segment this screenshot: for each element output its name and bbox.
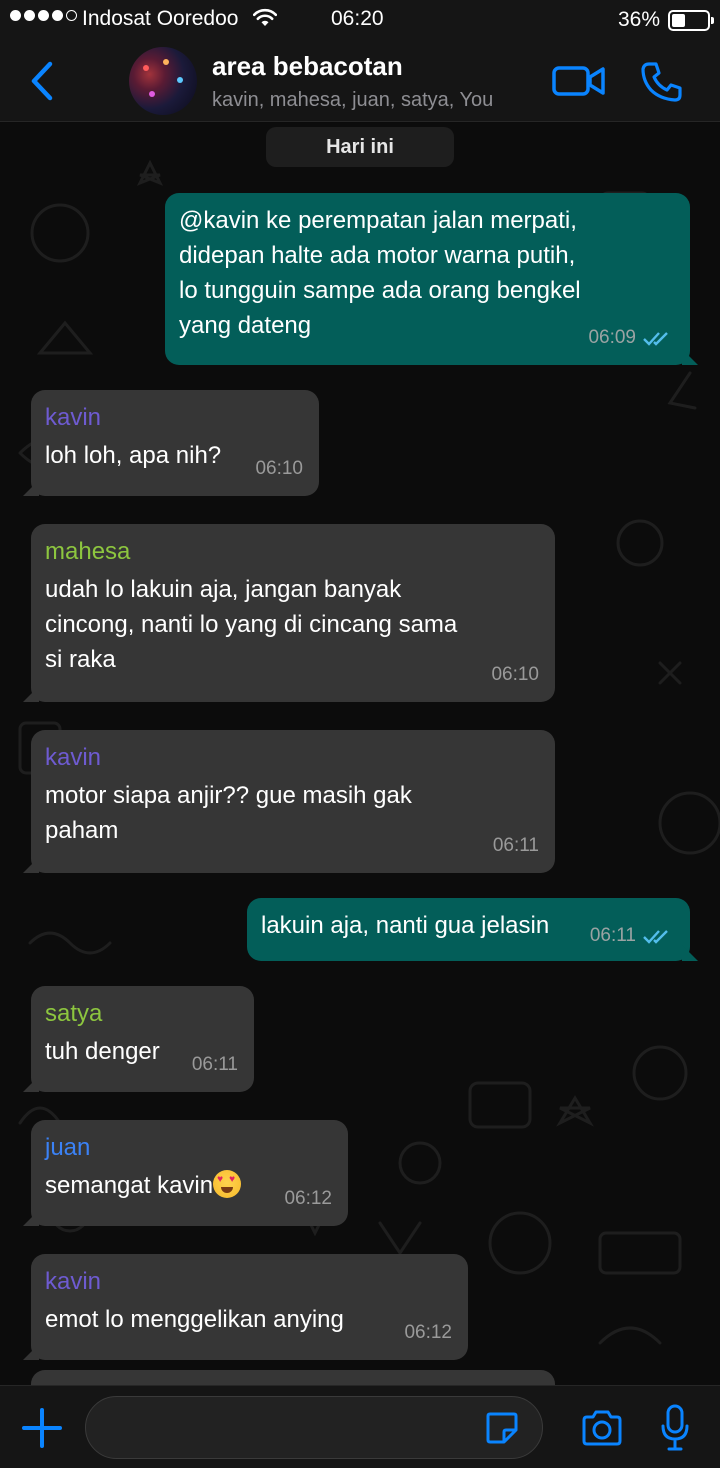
status-bar: Indosat Ooredoo 06:20 36%: [0, 0, 720, 40]
group-members[interactable]: kavin, mahesa, juan, satya, You: [212, 89, 493, 112]
message-text-line: @kavin ke perempatan jalan merpati,: [179, 207, 577, 234]
camera-icon[interactable]: [580, 1410, 624, 1446]
message-bubble-incoming[interactable]: kavin emot lo menggelikan anying 06:12: [31, 1254, 468, 1360]
signal-strength-icon: [10, 10, 77, 21]
message-bubble-outgoing[interactable]: @kavin ke perempatan jalan merpati, dide…: [165, 193, 690, 365]
message-time: 06:11: [589, 925, 636, 946]
group-title[interactable]: area bebacotan: [212, 51, 403, 82]
message-text: emot lo menggelikan anying: [45, 1306, 344, 1333]
battery-percentage: 36%: [618, 8, 661, 31]
phone-icon[interactable]: [640, 60, 684, 104]
sender-name[interactable]: kavin: [45, 740, 541, 776]
message-time: 06:12: [284, 1188, 332, 1209]
message-text-line: udah lo lakuin aja, jangan banyak: [45, 576, 402, 603]
message-time: 06:11: [492, 835, 539, 856]
message-text-line: lo tungguin sampe ada orang bengkel: [179, 277, 581, 304]
battery-icon: [668, 10, 714, 31]
message-bubble-incoming[interactable]: juan semangat kavin ♥ ♥ 06:12: [31, 1120, 348, 1226]
message-bubble-incoming[interactable]: kavin motor siapa anjir?? gue masih gak …: [31, 730, 555, 873]
sender-name[interactable]: kavin: [45, 400, 305, 436]
message-text-line: paham: [45, 817, 119, 844]
chat-header: area bebacotan kavin, mahesa, juan, saty…: [0, 40, 720, 122]
wifi-icon: [253, 8, 277, 26]
date-separator: Hari ini: [266, 127, 454, 167]
message-bubble-incoming[interactable]: mahesa udah lo lakuin aja, jangan banyak…: [31, 524, 555, 702]
message-bubble-incoming-partial[interactable]: [31, 1370, 555, 1385]
message-text-line: motor siapa anjir?? gue masih gak: [45, 782, 412, 809]
sender-name[interactable]: kavin: [45, 1264, 454, 1300]
message-bubble-outgoing[interactable]: lakuin aja, nanti gua jelasin 06:11: [247, 898, 690, 961]
message-time: 06:10: [491, 664, 539, 685]
carrier-name: Indosat Ooredoo: [82, 7, 239, 30]
video-camera-icon[interactable]: [552, 64, 606, 98]
double-check-read-icon: [643, 331, 668, 346]
heart-eyes-emoji-icon: ♥ ♥: [213, 1170, 242, 1198]
message-bubble-incoming[interactable]: kavin loh loh, apa nih? 06:10: [31, 390, 319, 496]
message-time: 06:09: [588, 327, 636, 348]
sender-name[interactable]: satya: [45, 996, 240, 1032]
message-text-line: didepan halte ada motor warna putih,: [179, 242, 576, 269]
message-text-line: si raka: [45, 646, 116, 673]
group-avatar[interactable]: [129, 47, 197, 115]
sticker-icon[interactable]: [484, 1410, 520, 1446]
message-input-bar: [0, 1385, 720, 1468]
sender-name[interactable]: juan: [45, 1130, 334, 1166]
message-time: 06:11: [191, 1054, 238, 1075]
microphone-icon[interactable]: [660, 1404, 690, 1452]
plus-icon[interactable]: [20, 1406, 64, 1450]
chat-area[interactable]: Hari ini @kavin ke perempatan jalan merp…: [0, 123, 720, 1385]
message-input[interactable]: [85, 1396, 543, 1459]
message-time: 06:10: [255, 458, 303, 479]
double-check-read-icon: [643, 929, 668, 944]
message-time: 06:12: [404, 1322, 452, 1343]
message-bubble-incoming[interactable]: satya tuh denger 06:11: [31, 986, 254, 1092]
message-text: semangat kavin: [45, 1172, 214, 1199]
status-time: 06:20: [331, 7, 384, 30]
sender-name[interactable]: mahesa: [45, 534, 541, 570]
message-text-line: cincong, nanti lo yang di cincang sama: [45, 611, 458, 638]
chevron-left-icon[interactable]: [24, 58, 64, 104]
